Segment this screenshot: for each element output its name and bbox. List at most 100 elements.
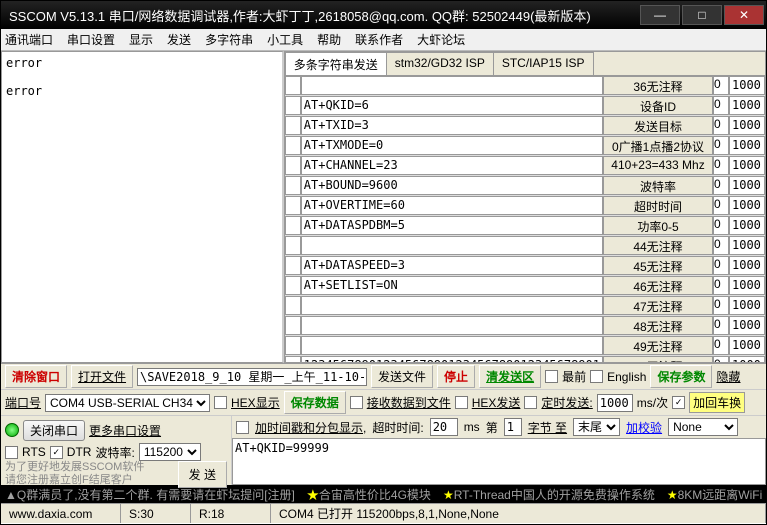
- command-input[interactable]: [301, 296, 603, 315]
- row-checkbox2[interactable]: 0: [713, 96, 729, 115]
- row-checkbox[interactable]: [285, 296, 301, 315]
- command-send-button[interactable]: 超时时间: [603, 196, 713, 215]
- interval-cell[interactable]: 1000: [729, 96, 765, 115]
- row-checkbox2[interactable]: 0: [713, 156, 729, 175]
- interval-cell[interactable]: 1000: [729, 296, 765, 315]
- auto-send-checkbox[interactable]: [524, 396, 537, 409]
- row-checkbox[interactable]: [285, 316, 301, 335]
- row-checkbox[interactable]: [285, 96, 301, 115]
- row-checkbox2[interactable]: 0: [713, 236, 729, 255]
- interval-cell[interactable]: 1000: [729, 336, 765, 355]
- promo-item-2[interactable]: ★合宙高性价比4G模块: [307, 486, 431, 503]
- row-checkbox[interactable]: [285, 176, 301, 195]
- addcr-checkbox[interactable]: ✓: [672, 396, 685, 409]
- command-send-button[interactable]: 发送目标: [603, 116, 713, 135]
- command-input[interactable]: [301, 236, 603, 255]
- row-checkbox[interactable]: [285, 116, 301, 135]
- menu-multistring[interactable]: 多字符串: [205, 31, 253, 48]
- save-params-button[interactable]: 保存参数: [650, 365, 712, 388]
- promo-item-4[interactable]: ★8KM远距离WiFi: [667, 486, 762, 503]
- command-send-button[interactable]: 44无注释: [603, 236, 713, 255]
- row-checkbox[interactable]: [285, 256, 301, 275]
- interval-cell[interactable]: 1000: [729, 276, 765, 295]
- row-checkbox2[interactable]: 0: [713, 216, 729, 235]
- more-settings-link[interactable]: 更多串口设置: [89, 422, 161, 439]
- row-checkbox[interactable]: [285, 76, 301, 95]
- interval-cell[interactable]: 1000: [729, 356, 765, 362]
- row-checkbox2[interactable]: 0: [713, 116, 729, 135]
- promo-item-3[interactable]: ★RT-Thread中国人的开源免费操作系统: [443, 486, 655, 503]
- baud-select[interactable]: 115200: [139, 443, 201, 461]
- row-checkbox[interactable]: [285, 236, 301, 255]
- tab-multistring[interactable]: 多条字符串发送: [285, 52, 387, 75]
- menu-help[interactable]: 帮助: [317, 31, 341, 48]
- checksum-select[interactable]: None: [668, 418, 738, 436]
- row-checkbox2[interactable]: 0: [713, 356, 729, 362]
- command-input[interactable]: AT+TXMODE=0: [301, 136, 603, 155]
- command-send-button[interactable]: 45无注释: [603, 256, 713, 275]
- row-checkbox[interactable]: [285, 156, 301, 175]
- menu-display[interactable]: 显示: [129, 31, 153, 48]
- command-send-button[interactable]: 46无注释: [603, 276, 713, 295]
- promo-item-1[interactable]: ▲Q群满员了,没有第二个群. 有需要请在虾坛提问[注册]: [5, 486, 295, 503]
- row-checkbox[interactable]: [285, 356, 301, 362]
- close-button[interactable]: ✕: [724, 5, 764, 25]
- command-send-button[interactable]: 49无注释: [603, 336, 713, 355]
- save-data-button[interactable]: 保存数据: [284, 391, 346, 414]
- command-input[interactable]: [301, 76, 603, 95]
- menu-contact[interactable]: 联系作者: [355, 31, 403, 48]
- interval-cell[interactable]: 1000: [729, 116, 765, 135]
- row-checkbox[interactable]: [285, 336, 301, 355]
- command-send-button[interactable]: 410+23=433 Mhz: [603, 156, 713, 175]
- interval-cell[interactable]: 1000: [729, 136, 765, 155]
- command-input[interactable]: AT+CHANNEL=23: [301, 156, 603, 175]
- clear-window-button[interactable]: 清除窗口: [5, 365, 67, 388]
- row-checkbox2[interactable]: 0: [713, 136, 729, 155]
- open-file-button[interactable]: 打开文件: [71, 365, 133, 388]
- row-checkbox2[interactable]: 0: [713, 316, 729, 335]
- row-checkbox2[interactable]: 0: [713, 256, 729, 275]
- timeout-input[interactable]: [430, 418, 458, 436]
- command-send-button[interactable]: 50无注释: [603, 356, 713, 362]
- english-checkbox[interactable]: [590, 370, 603, 383]
- menu-serial-settings[interactable]: 串口设置: [67, 31, 115, 48]
- hide-link[interactable]: 隐藏: [716, 368, 740, 385]
- minimize-button[interactable]: —: [640, 5, 680, 25]
- interval-cell[interactable]: 1000: [729, 316, 765, 335]
- port-select[interactable]: COM4 USB-SERIAL CH340: [45, 394, 210, 412]
- command-input[interactable]: AT+DATASPDBM=5: [301, 216, 603, 235]
- front-checkbox[interactable]: [545, 370, 558, 383]
- close-port-button[interactable]: 关闭串口: [23, 420, 85, 441]
- command-input[interactable]: AT+OVERTIME=60: [301, 196, 603, 215]
- command-input[interactable]: [301, 316, 603, 335]
- command-send-button[interactable]: 波特率: [603, 176, 713, 195]
- menu-port[interactable]: 通讯端口: [5, 31, 53, 48]
- row-checkbox[interactable]: [285, 136, 301, 155]
- row-checkbox[interactable]: [285, 196, 301, 215]
- interval-cell[interactable]: 1000: [729, 236, 765, 255]
- seq-input[interactable]: [504, 418, 522, 436]
- interval-cell[interactable]: 1000: [729, 156, 765, 175]
- command-send-button[interactable]: 设备ID: [603, 96, 713, 115]
- output-textarea[interactable]: error error: [1, 51, 284, 363]
- dtr-checkbox[interactable]: ✓: [50, 446, 63, 459]
- row-checkbox2[interactable]: 0: [713, 176, 729, 195]
- command-input[interactable]: AT+BOUND=9600: [301, 176, 603, 195]
- maximize-button[interactable]: □: [682, 5, 722, 25]
- file-path-input[interactable]: [137, 368, 367, 386]
- command-send-button[interactable]: 0广播1点播2协议: [603, 136, 713, 155]
- tab-stc[interactable]: STC/IAP15 ISP: [493, 52, 594, 75]
- hex-show-checkbox[interactable]: [214, 396, 227, 409]
- row-checkbox[interactable]: [285, 276, 301, 295]
- command-input[interactable]: [301, 336, 603, 355]
- command-send-button[interactable]: 47无注释: [603, 296, 713, 315]
- command-input[interactable]: AT+DATASPEED=3: [301, 256, 603, 275]
- tab-stm32[interactable]: stm32/GD32 ISP: [386, 52, 494, 75]
- timestamp-checkbox[interactable]: [236, 421, 249, 434]
- row-checkbox2[interactable]: 0: [713, 196, 729, 215]
- command-table[interactable]: 36无注释01000AT+QKID=6设备ID01000AT+TXID=3发送目…: [285, 76, 765, 362]
- interval-cell[interactable]: 1000: [729, 216, 765, 235]
- row-checkbox2[interactable]: 0: [713, 76, 729, 95]
- command-input[interactable]: AT+SETLIST=ON: [301, 276, 603, 295]
- command-input[interactable]: AT+QKID=6: [301, 96, 603, 115]
